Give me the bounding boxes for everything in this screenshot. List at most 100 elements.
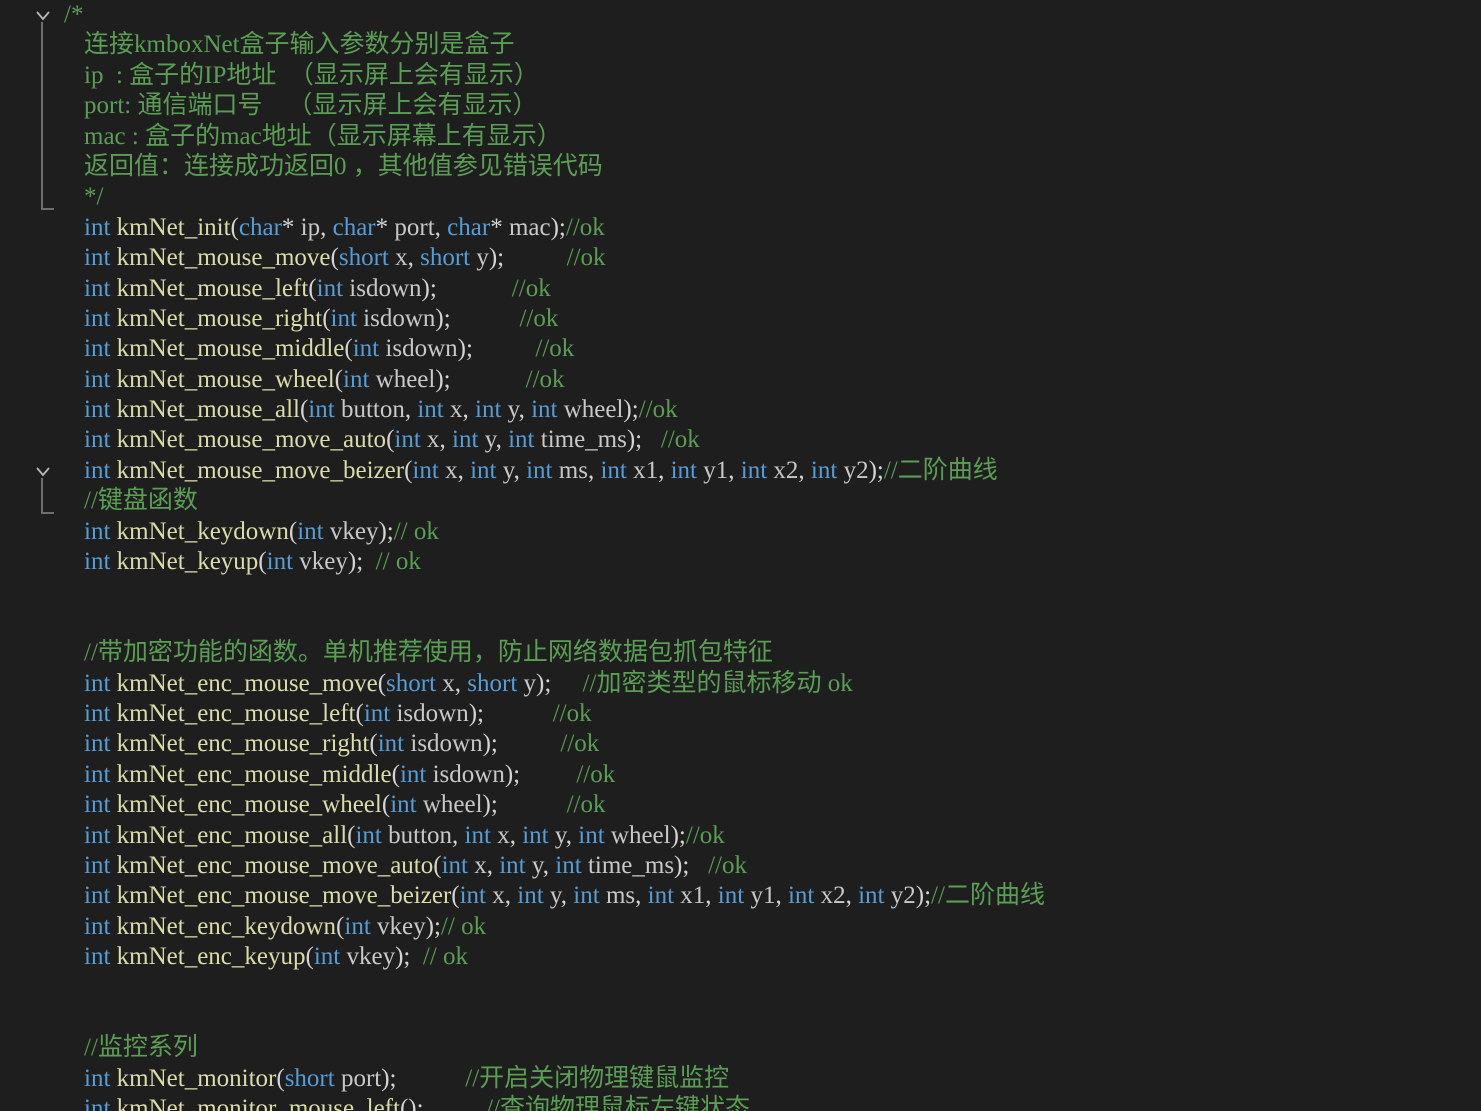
code-line[interactable]: //键盘函数 [64,486,1481,516]
token-var: x2 [773,456,799,484]
code-line[interactable]: int kmNet_mouse_middle(int isdown); //ok [64,334,1481,364]
token-kw: int [84,730,111,758]
code-line[interactable]: int kmNet_enc_mouse_middle(int isdown); … [64,760,1481,790]
token-fn: kmNet_enc_mouse_move [116,669,378,697]
code-line[interactable] [64,577,1481,607]
token-kw: int [297,517,324,545]
token-kw: int [313,943,341,971]
token-pun: , [587,456,601,484]
token-var: x2 [820,882,846,910]
token-var: vkey [346,943,396,971]
code-line[interactable]: ip : 盒子的IP地址 （显示屏上会有显示） [64,61,1481,91]
code-editor[interactable]: 8910111213141516171819202122232425262728… [0,0,1481,1111]
code-line[interactable]: int kmNet_mouse_move_auto(int x, int y, … [64,425,1481,455]
token-fn: kmNet_init [116,213,231,241]
code-line[interactable]: */ [64,182,1481,212]
token-pun: , [486,851,500,879]
code-line[interactable]: 返回值：连接成功返回0 ，其他值参见错误代码 [64,152,1481,182]
token-cmt: //ok [566,791,606,819]
token-pun: ( [377,669,387,697]
token-cmt: //ok [552,699,592,727]
token-kw: int [308,396,335,424]
code-line[interactable]: //监控系列 [64,1033,1481,1063]
token-var: y [507,396,519,424]
token-kw: int [517,882,544,910]
token-kw: int [84,335,111,363]
code-line[interactable]: //带加密功能的函数。单机推荐使用，防止网络数据包抓包特征 [64,638,1481,668]
token-kw: int [787,882,815,910]
token-kw: int [452,426,479,454]
token-var: button [388,821,453,849]
code-line[interactable]: int kmNet_monitor(short port); //开启关闭物理键… [64,1064,1481,1094]
code-line[interactable]: int kmNet_enc_keydown(int vkey);// ok [64,912,1481,942]
token-kw: int [84,1064,111,1092]
code-line[interactable]: int kmNet_monitor_mouse_left(); //查询物理鼠标… [64,1094,1481,1111]
token-pun: ( [369,730,378,758]
token-cmt: // ok [440,912,487,940]
token-cmt: */ [84,183,104,211]
code-line[interactable]: int kmNet_enc_mouse_wheel(int wheel); //… [64,790,1481,820]
code-line[interactable]: port: 通信端口号 （显示屏上会有显示） [64,91,1481,121]
token-pun: , [457,456,471,484]
code-line[interactable]: int kmNet_enc_mouse_move_beizer(int x, i… [64,881,1481,911]
token-pun: ); [488,244,567,272]
token-kw: int [390,791,417,819]
token-pun: * [281,213,301,241]
token-pun: ); [435,304,520,332]
code-line[interactable]: int kmNet_mouse_left(int isdown); //ok [64,274,1481,304]
token-var: y [484,426,496,454]
token-var: x [450,396,463,424]
token-fn: kmNet_mouse_all [116,396,300,424]
code-line[interactable]: int kmNet_enc_mouse_left(int isdown); //… [64,699,1481,729]
token-var: y [523,669,537,697]
code-line[interactable]: int kmNet_enc_keyup(int vkey); // ok [64,942,1481,972]
token-cmt: //二阶曲线 [931,882,1045,910]
code-line[interactable]: 连接kmboxNet盒子输入参数分别是盒子 [64,30,1481,60]
code-line[interactable]: int kmNet_enc_mouse_all(int button, int … [64,821,1481,851]
code-line[interactable]: /* [64,0,1481,30]
code-line[interactable] [64,973,1481,1003]
code-line[interactable]: mac : 盒子的mac地址（显示屏幕上有显示） [64,122,1481,152]
token-var: x1 [680,882,706,910]
token-kw: int [647,882,675,910]
token-cmt: ip : 盒子的IP地址 （显示屏上会有显示） [84,61,539,89]
token-var: wheel [375,365,436,393]
code-line[interactable]: int kmNet_mouse_all(int button, int x, i… [64,395,1481,425]
token-var: y1 [750,882,776,910]
code-line[interactable]: int kmNet_mouse_wheel(int wheel); //ok [64,365,1481,395]
token-pun: ( [305,943,314,971]
token-pun: ( [355,699,364,727]
code-line[interactable]: int kmNet_enc_mouse_move(short x, short … [64,669,1481,699]
token-var: x [474,851,487,879]
token-kw: int [343,365,370,393]
token-kw: int [470,456,497,484]
token-kw: short [467,669,518,697]
code-folding-column[interactable] [30,0,58,1111]
token-pun: , [845,882,859,910]
token-var: port [394,213,435,241]
code-line[interactable]: int kmNet_init(char* ip, char* port, cha… [64,213,1481,243]
code-line[interactable] [64,608,1481,638]
token-cmt: //键盘函数 [84,487,198,515]
code-line[interactable]: int kmNet_keyup(int vkey); // ok [64,547,1481,577]
code-line[interactable]: int kmNet_mouse_move(short x, short y); … [64,243,1481,273]
token-var: button [340,396,405,424]
code-line[interactable]: int kmNet_mouse_move_beizer(int x, int y… [64,456,1481,486]
token-cmt: port: 通信端口号 （显示屏上会有显示） [84,92,538,120]
code-line[interactable]: int kmNet_enc_mouse_right(int isdown); /… [64,729,1481,759]
code-line[interactable]: int kmNet_enc_mouse_move_auto(int x, int… [64,851,1481,881]
token-var: x [427,426,440,454]
code-content-area[interactable]: /* 连接kmboxNet盒子输入参数分别是盒子 ip : 盒子的IP地址 （显示屏… [58,0,1481,1111]
token-fn: kmNet_enc_mouse_right [116,730,370,758]
token-kw: int [475,396,502,424]
code-line[interactable]: int kmNet_keydown(int vkey);// ok [64,517,1481,547]
token-var: y [476,244,489,272]
token-cmt: //ok [511,274,551,302]
token-kw: int [555,851,582,879]
token-cmt: //ok [525,365,565,393]
token-var: wheel [563,396,624,424]
code-line[interactable] [64,1003,1481,1033]
token-kw: int [84,912,111,940]
token-kw: int [84,213,111,241]
code-line[interactable]: int kmNet_mouse_right(int isdown); //ok [64,304,1481,334]
